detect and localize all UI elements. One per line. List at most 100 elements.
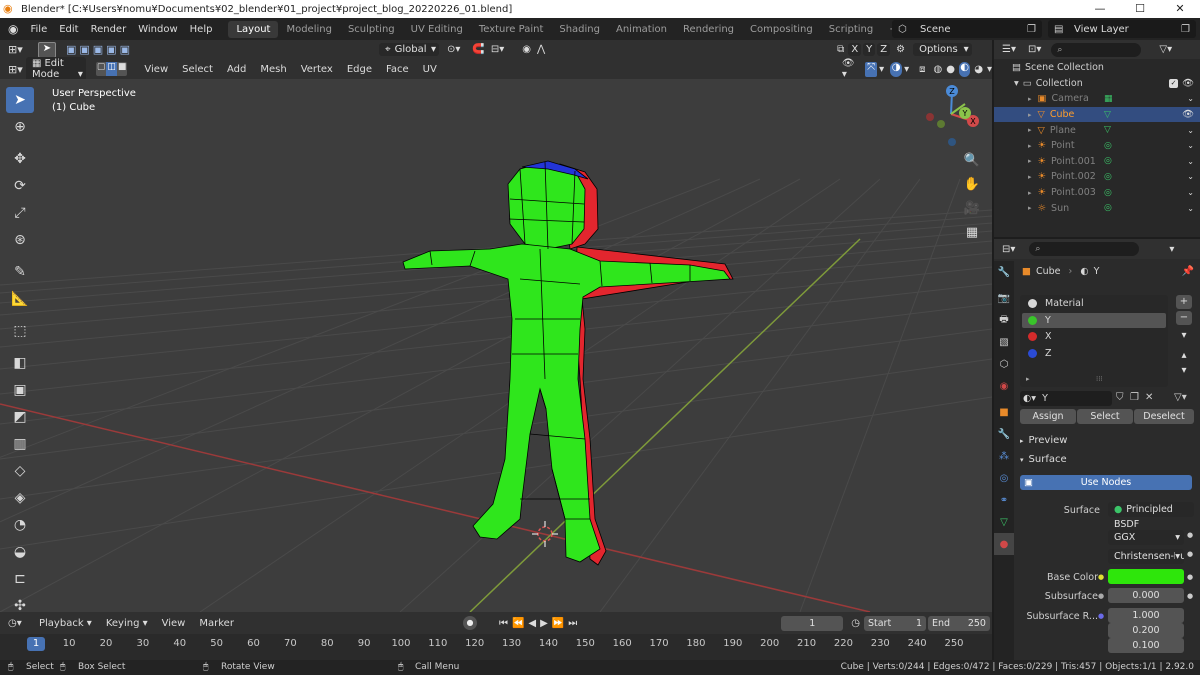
menu-add[interactable]: Add xyxy=(220,64,253,75)
navigation-gizmo[interactable]: Z X Y xyxy=(926,85,979,146)
slot-remove-button[interactable]: − xyxy=(1176,311,1192,325)
visibility-eye-icon[interactable]: 👁 xyxy=(1182,109,1194,120)
scale-tool-icon[interactable]: ⤢ xyxy=(6,200,34,226)
close-button[interactable]: ✕ xyxy=(1160,0,1200,18)
gizmo-dropdown-icon[interactable]: ▾ xyxy=(879,64,884,75)
maximize-button[interactable]: ☐ xyxy=(1120,0,1160,18)
knife-tool-icon[interactable]: ◇ xyxy=(6,458,34,484)
output-tab-icon[interactable]: 🖶 xyxy=(994,309,1014,331)
material-slot-x[interactable]: X xyxy=(1022,329,1166,345)
use-nodes-button[interactable]: ▣ Use Nodes xyxy=(1020,475,1192,490)
outliner-search-input[interactable]: ⌕ xyxy=(1051,42,1142,57)
outliner-item[interactable]: ▸ ☀ Point.002 ◎ ⌄ xyxy=(994,169,1200,185)
outliner-collection[interactable]: ▾ ▭ Collection ✓ 👁 xyxy=(994,76,1200,92)
menu-window[interactable]: Window xyxy=(132,24,183,35)
menu-uv[interactable]: UV xyxy=(416,64,444,75)
workspace-tab-sculpting[interactable]: Sculpting xyxy=(340,21,403,38)
select-mode-face-icon[interactable]: ■ xyxy=(116,62,128,76)
shading-dropdown-icon[interactable]: ▾ xyxy=(987,64,992,75)
outliner-scene-collection[interactable]: ▤ Scene Collection xyxy=(994,60,1200,76)
timeline-menu-keying[interactable]: Keying ▾ xyxy=(99,618,155,629)
mirror-x-toggle[interactable]: X xyxy=(848,43,862,56)
playhead-frame-indicator[interactable]: 1 xyxy=(27,637,45,651)
slot-list-expand-icon[interactable]: ▸ xyxy=(1026,375,1030,383)
expand-arrow-icon[interactable]: ▸ xyxy=(1028,111,1032,119)
duplicate-material-icon[interactable]: ❐ xyxy=(1130,392,1139,403)
annotate-tool-icon[interactable]: ✎ xyxy=(6,259,34,285)
transform-tool-icon[interactable]: ⊛ xyxy=(6,227,34,253)
modifier-tab-icon[interactable]: 🔧 xyxy=(994,423,1014,445)
subsurface-radius-y-field[interactable]: 0.200 xyxy=(1108,623,1184,638)
scene-selector[interactable]: ⬡ Scene ❐ xyxy=(892,20,1042,38)
visibility-toggle-icon[interactable]: ⌄ xyxy=(1187,188,1194,197)
shading-rendered-icon[interactable]: ◕ xyxy=(974,64,983,75)
outliner-item[interactable]: ▸ ▽ Cube ▽ 👁 xyxy=(994,106,1200,123)
extrude-tool-icon[interactable]: ◧ xyxy=(6,350,34,376)
menu-edit[interactable]: Edit xyxy=(53,24,84,35)
inset-tool-icon[interactable]: ▣ xyxy=(6,377,34,403)
transform-orientation-select[interactable]: ⌖ Global ▾ xyxy=(378,43,439,56)
play-icon[interactable]: ▶ xyxy=(540,618,548,629)
subsurface-method-select[interactable]: Christensen-Burle▾ xyxy=(1108,549,1184,564)
unlink-material-icon[interactable]: ✕ xyxy=(1145,392,1153,403)
pin-icon[interactable]: 📌 xyxy=(1182,266,1194,277)
surface-shader-field[interactable]: ● Principled BSDF xyxy=(1108,502,1194,530)
select-tool-icon[interactable]: ➤ xyxy=(38,41,56,58)
jump-start-icon[interactable]: ⏮ xyxy=(499,618,508,629)
proportional-edit-icon[interactable]: ◉ xyxy=(522,44,531,55)
slot-add-button[interactable]: + xyxy=(1176,295,1192,309)
data-tab-icon[interactable]: ▽ xyxy=(994,511,1014,533)
outliner-item[interactable]: ▸ ☼ Sun ◎ ⌄ xyxy=(994,200,1200,216)
viewport-scene[interactable]: Z X Y xyxy=(0,79,992,612)
properties-search-input[interactable]: ⌕ xyxy=(1029,242,1140,256)
assign-button[interactable]: Assign xyxy=(1020,409,1076,424)
editor-type-icon[interactable]: ⊞▾ xyxy=(8,63,26,76)
material-slot-material[interactable]: Material xyxy=(1022,296,1166,312)
rotate-tool-icon[interactable]: ⟳ xyxy=(6,173,34,199)
material-slot-z[interactable]: Z xyxy=(1022,346,1166,362)
mirror-icon[interactable]: ⧉ xyxy=(837,44,844,55)
outliner-editor-type-icon[interactable]: ☰▾ xyxy=(1002,44,1016,55)
jump-keyframe-forward-icon[interactable]: ⏩ xyxy=(552,618,564,629)
link-type-icon[interactable]: ▽▾ xyxy=(1174,392,1187,403)
material-tab-icon[interactable]: ● xyxy=(994,533,1014,555)
world-tab-icon[interactable]: ◉ xyxy=(994,375,1014,397)
menu-file[interactable]: File xyxy=(24,24,53,35)
3d-viewport[interactable]: Z X Y User Perspective (1) Cube ➤ ⊕ ✥ ⟳ … xyxy=(0,79,992,612)
deselect-button[interactable]: Deselect xyxy=(1134,409,1194,424)
properties-editor-type-icon[interactable]: ⊟▾ xyxy=(1002,244,1015,255)
timeline-menu-playback[interactable]: Playback ▾ xyxy=(32,618,99,629)
blender-menu-icon[interactable]: ◉ xyxy=(0,22,24,36)
shading-wireframe-icon[interactable]: ◍ xyxy=(934,64,943,75)
subsurface-field[interactable]: 0.000 xyxy=(1108,588,1184,603)
measure-tool-icon[interactable]: 📐 xyxy=(6,286,34,312)
particles-tab-icon[interactable]: ⁂ xyxy=(994,445,1014,467)
constraints-tab-icon[interactable]: ⚭ xyxy=(994,489,1014,511)
collection-visibility-eye-icon[interactable]: 👁 xyxy=(1182,78,1194,89)
jump-end-icon[interactable]: ⏭ xyxy=(568,618,577,629)
add-cube-tool-icon[interactable]: ⬚ xyxy=(6,318,34,344)
select-mode-edge-icon[interactable]: ◫ xyxy=(106,62,117,76)
start-frame-field[interactable]: Start 1 xyxy=(863,615,926,631)
shading-material-icon[interactable]: ◐ xyxy=(958,61,971,77)
play-reverse-icon[interactable]: ◀ xyxy=(528,618,536,629)
timeline-menu-marker[interactable]: Marker xyxy=(192,618,241,629)
scene-copy-icon[interactable]: ❐ xyxy=(1027,24,1036,35)
workspace-tab-shading[interactable]: Shading xyxy=(551,21,608,38)
workspace-tab-rendering[interactable]: Rendering xyxy=(675,21,742,38)
snap-target-icon[interactable]: ⊟▾ xyxy=(491,44,504,55)
view-layer-selector[interactable]: ▤ View Layer ❐ xyxy=(1048,20,1196,38)
menu-help[interactable]: Help xyxy=(184,24,219,35)
menu-mesh[interactable]: Mesh xyxy=(253,64,293,75)
material-slot-list[interactable]: Material Y X Z ▸ ⁞⁞⁞ xyxy=(1020,295,1168,387)
overlay-dropdown-icon[interactable]: ▾ xyxy=(904,64,909,75)
outliner-item[interactable]: ▸ ☀ Point.001 ◎ ⌄ xyxy=(994,154,1200,170)
spin-tool-icon[interactable]: ◔ xyxy=(6,512,34,538)
record-icon[interactable]: ● xyxy=(462,616,477,630)
preview-range-icon[interactable]: ◷ xyxy=(851,618,860,629)
visibility-toggle-icon[interactable]: ⌄ xyxy=(1187,94,1194,103)
scene-tab-icon[interactable]: ⬡ xyxy=(994,353,1014,375)
material-browse-icon[interactable]: ◐▾ xyxy=(1023,393,1036,404)
bevel-tool-icon[interactable]: ◩ xyxy=(6,404,34,430)
character-mesh[interactable] xyxy=(402,160,734,566)
